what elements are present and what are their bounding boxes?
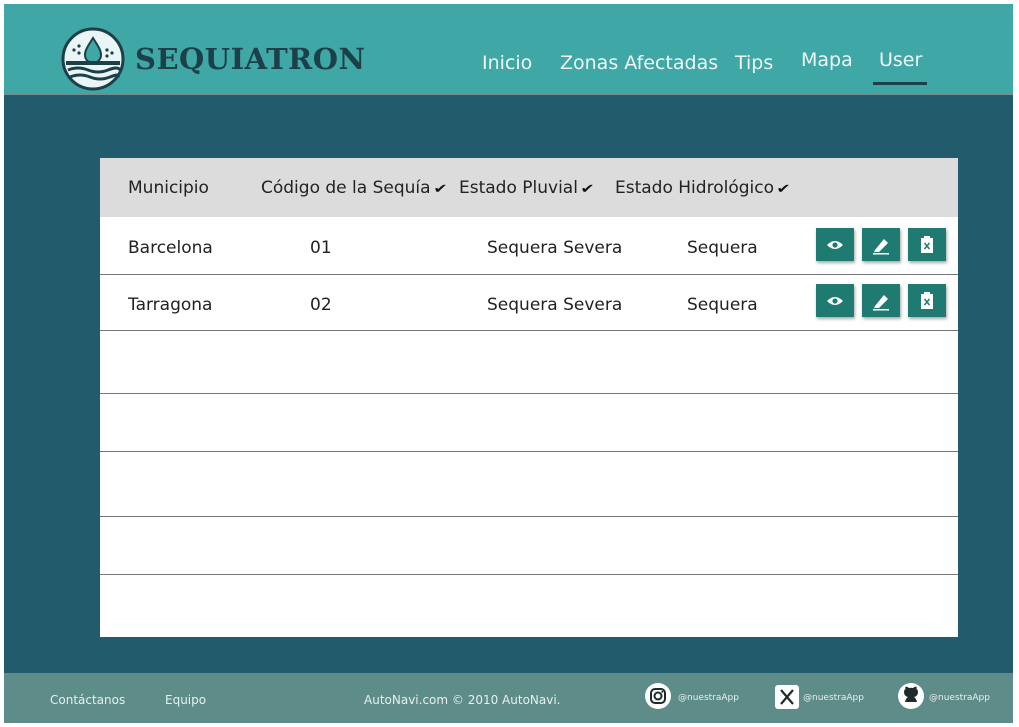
cell-municipio: Barcelona <box>128 238 213 258</box>
chevron-down-icon: ✔ <box>776 182 791 197</box>
nav-tips[interactable]: Tips <box>735 52 773 74</box>
nav-mapa[interactable]: Mapa <box>801 49 853 71</box>
nav-zonas-afectadas[interactable]: Zonas Afectadas <box>560 52 718 74</box>
footer-team-link[interactable]: Equipo <box>165 693 206 707</box>
cell-codigo: 02 <box>310 295 332 315</box>
pencil-icon <box>873 294 889 310</box>
table-header: Municipio Código de la Sequía ✔ Estado Pl… <box>100 158 958 217</box>
view-button[interactable] <box>816 284 854 317</box>
instagram-icon[interactable] <box>644 682 672 710</box>
instagram-handle[interactable]: @nuestraApp <box>678 693 739 703</box>
brand-name: SEQUIATRON <box>135 42 366 76</box>
header-codigo[interactable]: Código de la Sequía ✔ <box>261 178 448 198</box>
row-divider <box>100 393 958 394</box>
pencil-icon <box>873 238 889 254</box>
nav-active-indicator <box>873 82 927 85</box>
footer-copyright: AutoNavi.com © 2010 AutoNavi. <box>364 693 561 707</box>
row-divider <box>100 330 958 331</box>
cell-pluvial: Sequera Severa <box>487 238 623 258</box>
delete-button[interactable] <box>908 228 946 261</box>
row-divider <box>100 451 958 452</box>
header-hidrologico[interactable]: Estado Hidrológico ✔ <box>615 178 791 198</box>
view-button[interactable] <box>816 228 854 261</box>
cell-hidrologico: Sequera <box>687 238 758 258</box>
header-pluvial[interactable]: Estado Pluvial ✔ <box>459 178 595 198</box>
edit-button[interactable] <box>862 284 900 317</box>
chevron-down-icon: ✔ <box>580 182 595 197</box>
chevron-down-icon: ✔ <box>432 182 448 197</box>
app-frame: SEQUIATRON Inicio Zonas Afectadas Tips M… <box>4 4 1013 723</box>
cell-municipio: Tarragona <box>128 295 213 315</box>
footer: Contáctanos Equipo AutoNavi.com © 2010 A… <box>4 673 1013 723</box>
cell-codigo: 01 <box>310 238 332 258</box>
delete-button[interactable] <box>908 284 946 317</box>
header-municipio: Municipio <box>128 178 209 198</box>
eye-icon <box>827 240 843 249</box>
nav-user[interactable]: User <box>879 49 922 71</box>
trash-icon <box>921 235 933 253</box>
row-divider <box>100 574 958 575</box>
cell-pluvial: Sequera Severa <box>487 295 623 315</box>
header: SEQUIATRON Inicio Zonas Afectadas Tips M… <box>4 4 1013 95</box>
github-handle[interactable]: @nuestraApp <box>929 693 990 703</box>
edit-button[interactable] <box>862 228 900 261</box>
row-divider <box>100 516 958 517</box>
x-icon[interactable] <box>775 685 799 709</box>
trash-icon <box>921 291 933 309</box>
eye-icon <box>827 296 843 305</box>
row-divider <box>100 274 958 275</box>
github-icon[interactable] <box>897 682 925 710</box>
cell-hidrologico: Sequera <box>687 295 758 315</box>
x-handle[interactable]: @nuestraApp <box>803 693 864 703</box>
logo-icon <box>61 27 125 91</box>
drought-table: Municipio Código de la Sequía ✔ Estado Pl… <box>100 158 958 637</box>
nav-inicio[interactable]: Inicio <box>482 52 532 74</box>
footer-contact-link[interactable]: Contáctanos <box>50 693 125 707</box>
